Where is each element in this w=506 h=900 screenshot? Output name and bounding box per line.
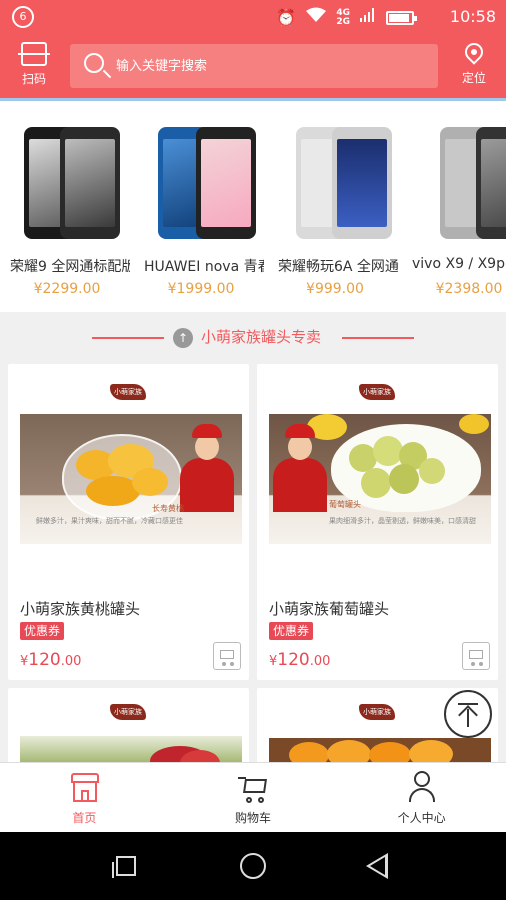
scroller-item[interactable]: 荣耀畅玩6A 全网通 ¥999.00 [268,101,402,312]
phone-price: ¥2299.00 [33,281,101,297]
tab-cart[interactable]: 购物车 [169,763,338,832]
recent-apps-button[interactable] [112,856,136,878]
store-icon [71,773,99,803]
coupon-badge: 优惠券 [269,622,314,640]
spokesperson-figure [178,422,236,512]
search-icon [84,53,104,73]
signal-strength-icon [360,7,376,28]
location-button[interactable]: 定位 [456,39,492,86]
user-icon [409,771,436,805]
phone-image [12,127,122,239]
tab-label: 首页 [72,811,97,825]
phone-name: HUAWEI nova 青春版 [144,259,264,275]
brand-logo: 小萌家族 [110,384,146,400]
search-bar[interactable] [70,44,438,88]
product-image-caption: 葡萄罐头 [329,500,361,509]
signal-4g-2g-icon: 4G 2G [336,7,350,27]
brand-logo: 小萌家族 [110,704,146,720]
scan-label: 扫码 [21,72,46,86]
phone-name: 荣耀畅玩6A 全网通 [278,259,398,275]
section-header: ↑ 小萌家族罐头专卖 [0,312,506,362]
scroller-item[interactable]: 荣耀9 全网通标配版 ¥2299.00 [0,101,134,312]
scan-icon [18,42,50,66]
app-header: 扫码 定位 [0,34,506,98]
add-to-cart-button[interactable] [462,642,490,670]
phone-image [414,127,506,239]
back-to-top-button[interactable] [444,690,492,738]
location-label: 定位 [461,71,486,85]
section-title: 小萌家族罐头专卖 [201,328,322,346]
phone-price: ¥1999.00 [167,281,235,297]
scroller-item[interactable]: HUAWEI nova 青春版 ¥1999.00 [134,101,268,312]
product-image-desc: 鲜嫩多汁，果汁爽味，甜而不腻，冷藏口感更佳 [36,517,183,525]
wifi-icon [306,7,327,28]
phone-image [280,127,392,239]
phone-name: vivo X9 / X9plus [412,256,506,272]
battery-icon [386,10,417,25]
product-price: ¥120.00 [20,650,82,670]
status-bar: 6 ⏰ 4G 2G 10:58 [0,0,506,34]
tab-label: 个人中心 [397,811,446,825]
home-button[interactable] [240,853,266,879]
scan-button[interactable]: 扫码 [14,42,54,87]
section-divider-left [92,337,164,339]
search-input[interactable] [116,44,416,88]
product-name: 小萌家族黄桃罐头 [20,600,141,618]
phone-price: ¥2398.00 [435,281,503,297]
product-name: 小萌家族葡萄罐头 [269,600,390,618]
add-to-cart-button[interactable] [213,642,241,670]
cart-icon [220,650,234,659]
location-pin-icon [461,39,487,65]
system-nav-bar [0,832,506,900]
section-divider-right [342,337,414,339]
cart-icon [237,775,270,805]
phone-price: ¥999.00 [306,281,364,297]
product-image-desc: 果肉细滑多汁，晶莹剔透，鲜嫩味美，口感清甜 [329,517,476,525]
notification-count-badge: 6 [12,6,34,28]
product-image-caption: 长寿黄桃 [152,504,184,513]
spokesperson-figure [271,422,329,512]
coupon-badge: 优惠券 [20,622,65,640]
brand-logo: 小萌家族 [359,704,395,720]
product-image: 长寿黄桃 鲜嫩多汁，果汁爽味，甜而不腻，冷藏口感更佳 [20,414,242,544]
back-button[interactable] [366,853,388,879]
product-card[interactable]: 小萌家族 葡萄罐头 果肉细滑多汁，晶莹剔透，鲜嫩味美，口感清甜 小萌家族葡萄罐头… [257,364,498,680]
phone-name: 荣耀9 全网通标配版 [10,259,130,275]
tab-home[interactable]: 首页 [0,763,169,832]
tab-label: 购物车 [235,811,272,825]
cart-icon [469,650,483,659]
arrow-up-icon: ↑ [173,328,193,348]
product-card[interactable]: 小萌家族 长寿黄桃 鲜嫩多汁，果汁爽味，甜而不腻，冷藏口感更佳 小萌家族黄桃罐头… [8,364,249,680]
product-scroller[interactable]: 荣耀9 全网通标配版 ¥2299.00 HUAWEI nova 青春版 ¥199… [0,101,506,312]
tab-profile[interactable]: 个人中心 [337,763,506,832]
product-image: 葡萄罐头 果肉细滑多汁，晶莹剔透，鲜嫩味美，口感清甜 [269,414,491,544]
alarm-icon: ⏰ [276,7,297,27]
scroller-item[interactable]: vivo X9 / X9plus ¥2398.00 [402,101,506,312]
bottom-tab-bar: 首页 购物车 个人中心 [0,762,506,832]
product-price: ¥120.00 [269,650,331,670]
phone-image [146,127,256,239]
brand-logo: 小萌家族 [359,384,395,400]
status-time: 10:58 [449,7,496,26]
